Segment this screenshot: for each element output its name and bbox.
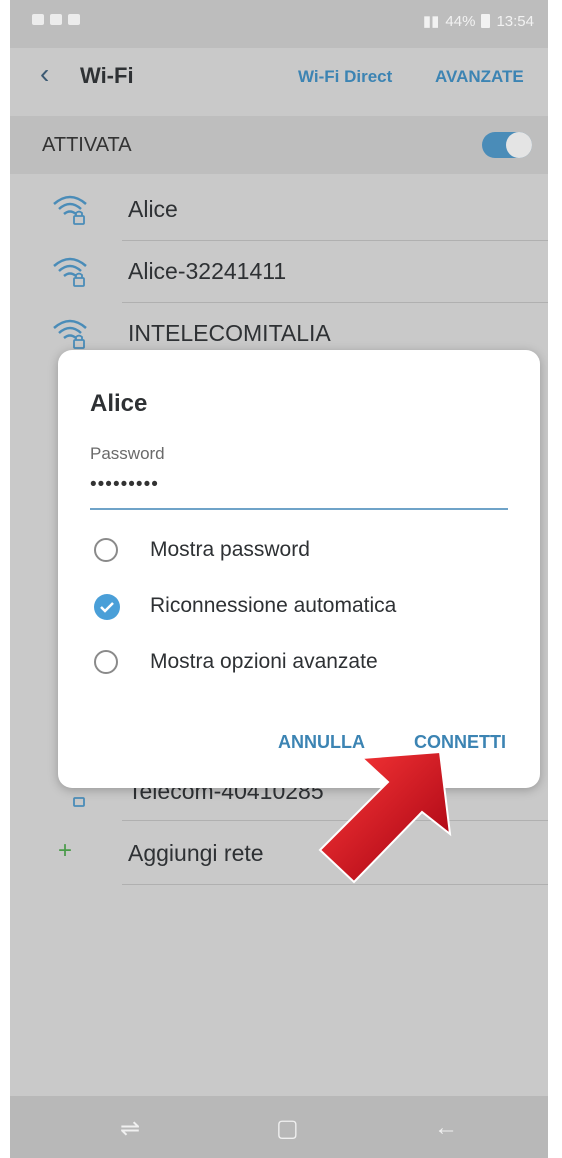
- back-arrow-icon[interactable]: ‹: [40, 60, 49, 88]
- checked-circle-icon[interactable]: [94, 594, 120, 620]
- network-name: Alice-32241411: [128, 258, 287, 284]
- add-network-label: Aggiungi rete: [128, 840, 264, 866]
- show-password-option[interactable]: Mostra password: [90, 534, 510, 570]
- password-label: Password: [90, 444, 165, 463]
- password-field[interactable]: •••••••••: [90, 474, 159, 496]
- wifi-switch[interactable]: [482, 132, 532, 158]
- recent-apps-icon[interactable]: ⇌: [120, 1114, 140, 1143]
- back-icon[interactable]: ←: [434, 1114, 458, 1142]
- unchecked-circle-icon[interactable]: [94, 650, 118, 674]
- page-title: Wi-Fi: [80, 63, 134, 88]
- wifi-password-dialog: Alice Password ••••••••• Mostra password…: [58, 350, 540, 788]
- notification-icons: [32, 14, 80, 25]
- wifi-lock-icon: [53, 195, 87, 225]
- signal-icon: ▮▮: [422, 13, 440, 30]
- advanced-button[interactable]: AVANZATE: [435, 67, 524, 87]
- auto-reconnect-option[interactable]: Riconnessione automatica: [90, 590, 510, 626]
- status-right: ▮▮ 44% 13:54: [422, 12, 534, 31]
- red-arrow-pointer-icon: [318, 750, 452, 884]
- wifi-lock-icon: [53, 257, 87, 287]
- password-underline: [90, 508, 508, 510]
- switch-knob: [506, 132, 532, 158]
- nav-bar: ⇌ ▢ ←: [10, 1096, 548, 1158]
- wifi-direct-button[interactable]: Wi-Fi Direct: [298, 67, 392, 87]
- home-icon[interactable]: ▢: [276, 1114, 299, 1143]
- phone-screen: ▮▮ 44% 13:54 ‹ Wi-Fi Wi-Fi Direct AVANZA…: [10, 0, 548, 1158]
- wifi-lock-icon: [53, 319, 87, 349]
- unchecked-circle-icon[interactable]: [94, 538, 118, 562]
- option-label: Mostra opzioni avanzate: [150, 650, 378, 673]
- option-label: Mostra password: [150, 538, 310, 561]
- option-label: Riconnessione automatica: [150, 594, 397, 617]
- network-item-alice-32241411[interactable]: Alice-32241411: [10, 240, 548, 302]
- gallery-icon: [32, 14, 44, 25]
- advanced-options-option[interactable]: Mostra opzioni avanzate: [90, 646, 510, 682]
- network-item-alice[interactable]: Alice: [10, 178, 548, 240]
- battery-icon: [481, 14, 491, 28]
- dialog-title: Alice: [90, 390, 148, 417]
- battery-percent: 44%: [445, 12, 476, 30]
- app-bar: ‹ Wi-Fi Wi-Fi Direct AVANZATE: [10, 48, 548, 106]
- wifi-toggle-row[interactable]: ATTIVATA: [10, 116, 548, 174]
- plus-icon: +: [57, 837, 72, 864]
- clock: 13:54: [496, 12, 534, 30]
- message-icon: [68, 14, 80, 25]
- message-icon: [50, 14, 62, 25]
- network-name: Alice: [128, 196, 178, 222]
- toggle-label: ATTIVATA: [42, 134, 132, 156]
- status-bar: ▮▮ 44% 13:54: [10, 0, 548, 48]
- checkmark-icon: [100, 602, 114, 613]
- network-name: INTELECOMITALIA: [128, 320, 331, 346]
